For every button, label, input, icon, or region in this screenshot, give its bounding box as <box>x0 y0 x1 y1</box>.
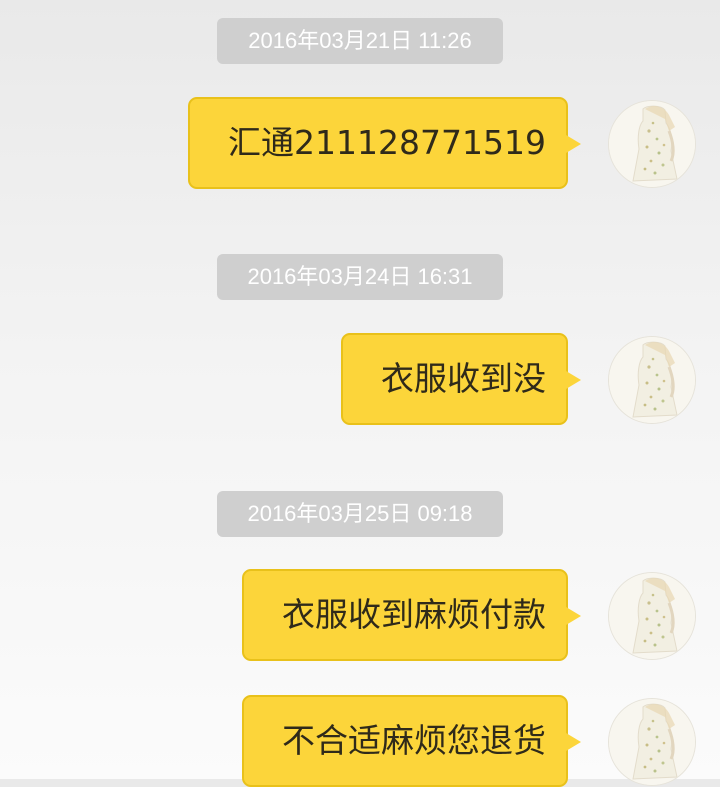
message-text: 汇通211128771519 <box>228 123 546 162</box>
bubble-tail <box>566 607 581 625</box>
message-timestamp: 2016年03月24日 16:31 <box>217 254 503 300</box>
bubble-tail <box>566 371 581 389</box>
chat-area[interactable]: 2016年03月21日 11:26 汇通211128771519 2016年03… <box>0 0 720 787</box>
message-bubble[interactable]: 衣服收到麻烦付款 <box>242 569 581 661</box>
message-text: 衣服收到没 <box>381 359 546 398</box>
avatar-dress-icon[interactable] <box>609 573 695 659</box>
avatar-dress-icon[interactable] <box>609 101 695 187</box>
message-timestamp: 2016年03月21日 11:26 <box>217 18 503 64</box>
bubble-tail <box>566 135 581 153</box>
message-timestamp: 2016年03月25日 09:18 <box>217 491 503 537</box>
message-bubble[interactable]: 衣服收到没 <box>341 333 581 425</box>
message-bubble[interactable]: 汇通211128771519 <box>188 97 581 189</box>
message-text: 不合适麻烦您退货 <box>282 721 546 760</box>
message-bubble[interactable]: 不合适麻烦您退货 <box>242 695 581 787</box>
bubble-tail <box>566 733 581 751</box>
avatar-dress-icon[interactable] <box>609 337 695 423</box>
avatar-dress-icon[interactable] <box>609 699 695 785</box>
message-text: 衣服收到麻烦付款 <box>282 595 546 634</box>
